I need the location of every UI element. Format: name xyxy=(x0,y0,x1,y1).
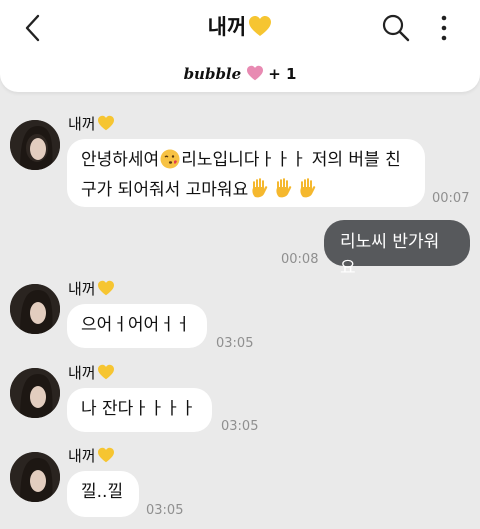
avatar[interactable] xyxy=(10,452,60,502)
avatar[interactable] xyxy=(10,368,60,418)
pink-heart-icon xyxy=(246,64,264,88)
message-bubble[interactable]: 으어ㅓ어어ㅓㅓ xyxy=(67,304,207,348)
message-bubble[interactable]: 나 잔다ㅏㅏㅏㅏ xyxy=(67,388,212,432)
message-text: 낄..낄 xyxy=(81,482,124,502)
message-text: 으어ㅓ어어ㅓㅓ xyxy=(81,315,191,335)
avatar[interactable] xyxy=(10,284,60,334)
yellow-heart-icon xyxy=(248,15,272,45)
sender-name: 내꺼 xyxy=(68,279,115,301)
message-text: 나 잔다ㅏㅏㅏㅏ xyxy=(81,399,196,419)
bubble-subscription-info: bubble + 1 xyxy=(0,62,480,88)
message-text: 리노씨 반가워요 xyxy=(340,232,440,278)
message-text: 구가 되어줘서 고마워요 xyxy=(81,180,249,200)
sender-name: 내꺼 xyxy=(68,446,115,468)
message-time: 03:05 xyxy=(216,336,254,351)
chat-header: 내꺼 bubble + 1 xyxy=(0,0,480,92)
raised-hand-emoji xyxy=(297,177,319,207)
message-text: 리노입니다ㅏㅏㅏ 저의 버블 친 xyxy=(181,150,401,170)
sender-name: 내꺼 xyxy=(68,363,115,385)
yellow-heart-icon xyxy=(97,115,115,136)
message-time: 03:05 xyxy=(221,419,259,434)
raised-hand-emoji xyxy=(249,177,271,207)
avatar[interactable] xyxy=(10,120,60,170)
message-bubble[interactable]: 안녕하세여 리노입니다ㅏㅏㅏ 저의 버블 친 구가 되어줘서 고마워요 xyxy=(67,139,425,207)
message-bubble[interactable]: 낄..낄 xyxy=(67,471,139,517)
sender-name: 내꺼 xyxy=(68,114,115,136)
message-time: 03:05 xyxy=(146,503,184,518)
yellow-heart-icon xyxy=(97,280,115,301)
raised-hand-emoji xyxy=(273,177,295,207)
kiss-face-emoji xyxy=(160,149,180,177)
search-button[interactable] xyxy=(380,12,412,44)
message-text: 안녕하세여 xyxy=(81,150,160,170)
subscription-count: + 1 xyxy=(268,65,297,83)
search-icon xyxy=(382,14,410,42)
more-vertical-icon xyxy=(441,15,447,41)
message-bubble-outgoing[interactable]: 리노씨 반가워요 xyxy=(324,220,470,278)
bubble-brand: bubble xyxy=(183,65,242,83)
yellow-heart-icon xyxy=(97,447,115,468)
yellow-heart-icon xyxy=(97,364,115,385)
chat-title-text: 내꺼 xyxy=(207,15,247,39)
more-options-button[interactable] xyxy=(432,12,456,44)
message-time: 00:08 xyxy=(281,252,319,267)
message-time: 00:07 xyxy=(432,191,470,206)
